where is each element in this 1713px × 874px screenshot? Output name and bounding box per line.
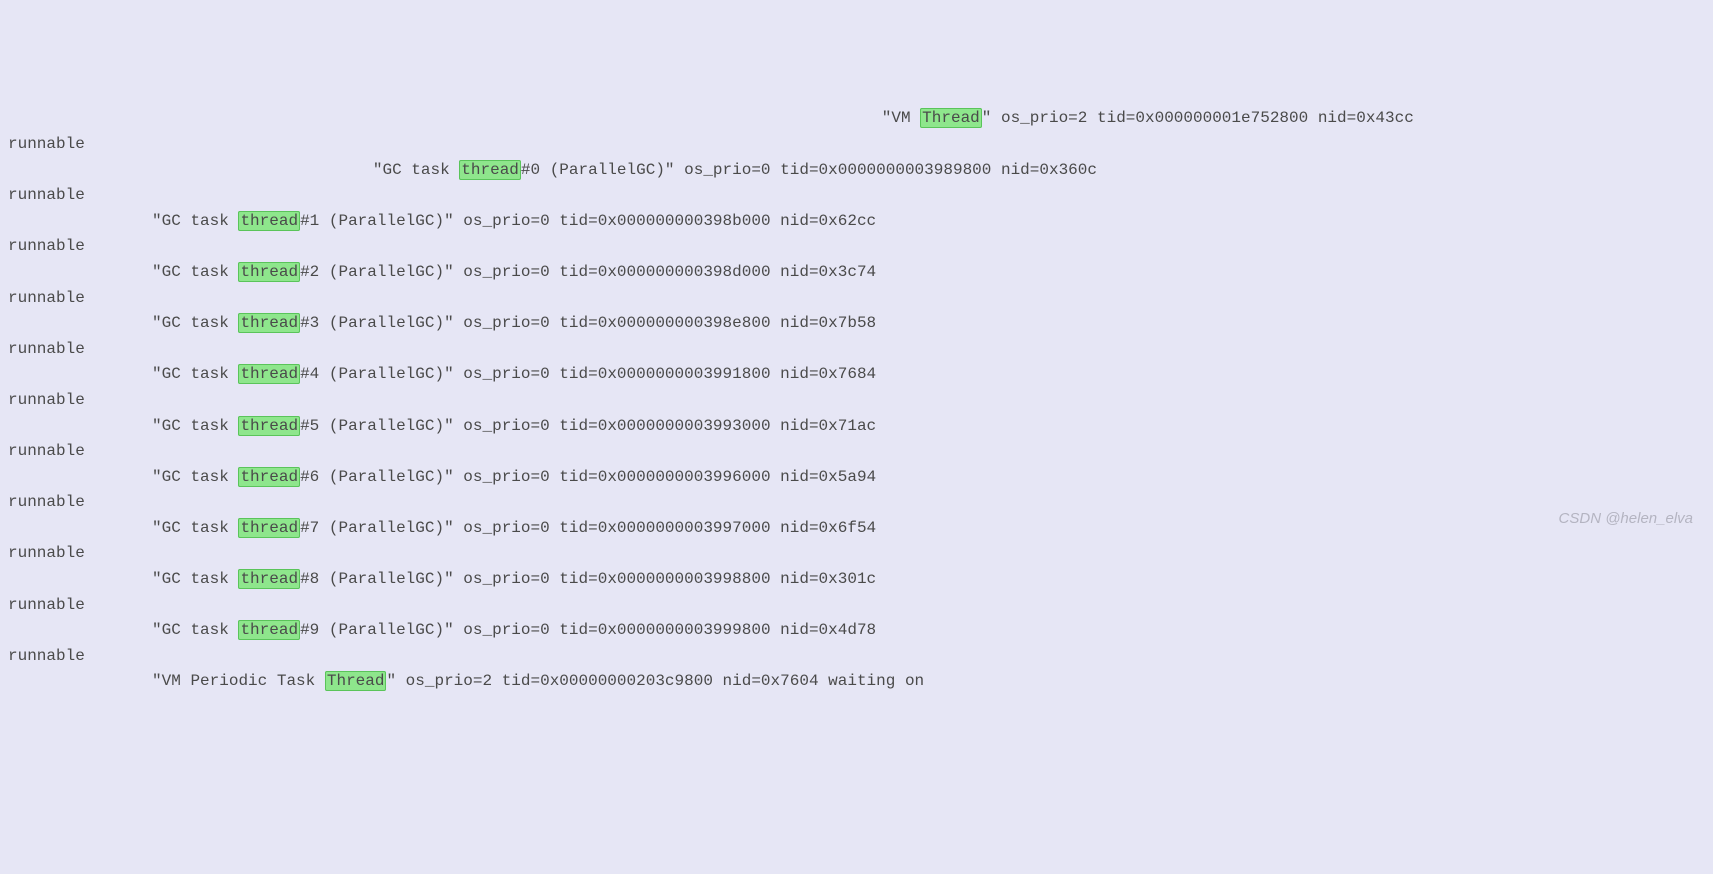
- search-highlight: Thread: [325, 671, 387, 691]
- dump-line: "GC task thread#2 (ParallelGC)" os_prio=…: [8, 260, 1705, 286]
- dump-text: "GC task: [152, 570, 238, 588]
- dump-line: runnable: [8, 439, 1705, 465]
- dump-line: runnable: [8, 541, 1705, 567]
- dump-text: #9 (ParallelGC)" os_prio=0 tid=0x0000000…: [300, 621, 876, 639]
- dump-text: "GC task: [152, 417, 238, 435]
- dump-line: "GC task thread#5 (ParallelGC)" os_prio=…: [8, 414, 1705, 440]
- dump-line: "GC task thread#7 (ParallelGC)" os_prio=…: [8, 516, 1705, 542]
- dump-line: "GC task thread#0 (ParallelGC)" os_prio=…: [8, 158, 1705, 184]
- dump-text: runnable: [8, 391, 85, 409]
- watermark-text: CSDN @helen_elva: [1559, 507, 1693, 531]
- dump-text: #1 (ParallelGC)" os_prio=0 tid=0x0000000…: [300, 212, 876, 230]
- dump-text: #6 (ParallelGC)" os_prio=0 tid=0x0000000…: [300, 468, 876, 486]
- search-highlight: Thread: [920, 108, 982, 128]
- search-highlight: thread: [459, 160, 521, 180]
- dump-line: "VM Periodic Task Thread" os_prio=2 tid=…: [8, 669, 1705, 695]
- dump-text: #0 (ParallelGC)" os_prio=0 tid=0x0000000…: [521, 161, 1097, 179]
- thread-dump-output: "VM Thread" os_prio=2 tid=0x000000001e75…: [8, 106, 1705, 695]
- dump-line: runnable: [8, 132, 1705, 158]
- search-highlight: thread: [238, 211, 300, 231]
- dump-text: "GC task: [152, 365, 238, 383]
- dump-text: "GC task: [373, 161, 459, 179]
- dump-line: "VM Thread" os_prio=2 tid=0x000000001e75…: [8, 106, 1705, 132]
- dump-text: #5 (ParallelGC)" os_prio=0 tid=0x0000000…: [300, 417, 876, 435]
- dump-text: "VM: [882, 109, 920, 127]
- dump-text: #4 (ParallelGC)" os_prio=0 tid=0x0000000…: [300, 365, 876, 383]
- dump-text: #3 (ParallelGC)" os_prio=0 tid=0x0000000…: [300, 314, 876, 332]
- search-highlight: thread: [238, 467, 300, 487]
- dump-text: runnable: [8, 442, 85, 460]
- dump-text: runnable: [8, 237, 85, 255]
- dump-text: runnable: [8, 289, 85, 307]
- search-highlight: thread: [238, 416, 300, 436]
- dump-line: runnable: [8, 337, 1705, 363]
- dump-line: runnable: [8, 388, 1705, 414]
- dump-text: "VM Periodic Task: [152, 672, 325, 690]
- dump-line: runnable: [8, 490, 1705, 516]
- dump-text: "GC task: [152, 468, 238, 486]
- dump-line: runnable: [8, 593, 1705, 619]
- dump-text: #2 (ParallelGC)" os_prio=0 tid=0x0000000…: [300, 263, 876, 281]
- dump-line: runnable: [8, 286, 1705, 312]
- search-highlight: thread: [238, 262, 300, 282]
- dump-text: "GC task: [152, 314, 238, 332]
- dump-text: runnable: [8, 596, 85, 614]
- dump-text: runnable: [8, 340, 85, 358]
- dump-text: "GC task: [152, 621, 238, 639]
- dump-text: "GC task: [152, 212, 238, 230]
- dump-line: "GC task thread#4 (ParallelGC)" os_prio=…: [8, 362, 1705, 388]
- dump-line: "GC task thread#9 (ParallelGC)" os_prio=…: [8, 618, 1705, 644]
- dump-text: runnable: [8, 493, 85, 511]
- dump-text: runnable: [8, 135, 85, 153]
- search-highlight: thread: [238, 313, 300, 333]
- dump-text: runnable: [8, 544, 85, 562]
- dump-line: "GC task thread#6 (ParallelGC)" os_prio=…: [8, 465, 1705, 491]
- dump-text: "GC task: [152, 519, 238, 537]
- dump-text: " os_prio=2 tid=0x00000000203c9800 nid=0…: [386, 672, 924, 690]
- dump-line: "GC task thread#3 (ParallelGC)" os_prio=…: [8, 311, 1705, 337]
- dump-line: "GC task thread#1 (ParallelGC)" os_prio=…: [8, 209, 1705, 235]
- search-highlight: thread: [238, 620, 300, 640]
- dump-text: #7 (ParallelGC)" os_prio=0 tid=0x0000000…: [300, 519, 876, 537]
- search-highlight: thread: [238, 364, 300, 384]
- dump-text: "GC task: [152, 263, 238, 281]
- search-highlight: thread: [238, 518, 300, 538]
- dump-text: runnable: [8, 647, 85, 665]
- dump-text: #8 (ParallelGC)" os_prio=0 tid=0x0000000…: [300, 570, 876, 588]
- dump-text: " os_prio=2 tid=0x000000001e752800 nid=0…: [982, 109, 1414, 127]
- dump-line: runnable: [8, 234, 1705, 260]
- dump-line: "GC task thread#8 (ParallelGC)" os_prio=…: [8, 567, 1705, 593]
- dump-text: runnable: [8, 186, 85, 204]
- search-highlight: thread: [238, 569, 300, 589]
- dump-line: runnable: [8, 183, 1705, 209]
- dump-line: runnable: [8, 644, 1705, 670]
